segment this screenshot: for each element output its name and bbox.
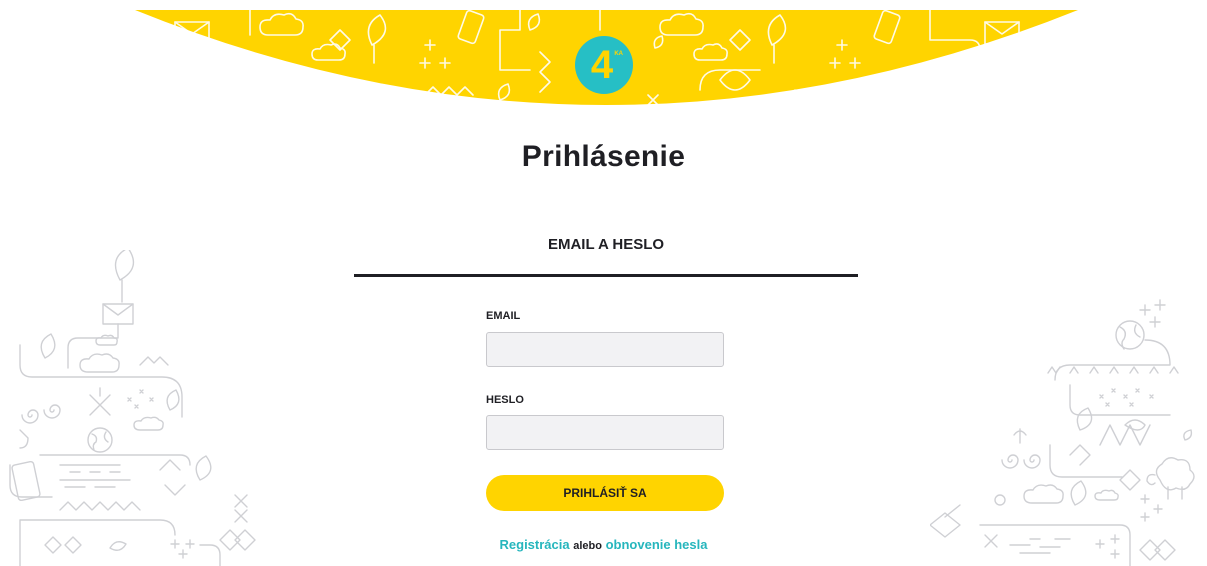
- phone-icon: [11, 460, 41, 502]
- password-label: HESLO: [486, 394, 524, 406]
- right-decoration: [930, 299, 1195, 566]
- email-field[interactable]: [486, 332, 724, 367]
- spiral-icon: [1001, 454, 1019, 469]
- spiral-icon: [43, 404, 61, 419]
- link-separator: alebo: [573, 540, 602, 552]
- tab-email-password[interactable]: EMAIL A HESLO: [354, 232, 858, 277]
- register-link[interactable]: Registrácia: [500, 537, 570, 552]
- cloud-icon: [79, 353, 120, 373]
- page-title: Prihlásenie: [521, 140, 686, 173]
- spiral-icon: [21, 409, 39, 424]
- sheep-icon: [1146, 457, 1195, 500]
- logo-superscript: KA: [614, 51, 623, 57]
- plus-icon: [1139, 299, 1166, 328]
- cloud-icon: [1023, 484, 1064, 504]
- spiral-icon: [1023, 454, 1041, 469]
- logo-text: 4: [590, 43, 614, 87]
- brand-logo[interactable]: 4 KA: [575, 36, 633, 94]
- login-button[interactable]: PRIHLÁSIŤ SA: [486, 475, 724, 511]
- password-field[interactable]: [486, 415, 724, 450]
- tab-label: EMAIL A HESLO: [547, 236, 665, 253]
- reset-password-link[interactable]: obnovenie hesla: [606, 537, 708, 552]
- leaf-icon: [1076, 407, 1093, 431]
- globe-icon: [87, 427, 113, 453]
- leaf-icon: [40, 333, 56, 359]
- left-decoration: [9, 250, 256, 566]
- spiral-icon: [994, 494, 1006, 506]
- leaf-icon: [114, 250, 135, 303]
- email-label: EMAIL: [486, 310, 521, 322]
- globe-icon: [1115, 320, 1145, 350]
